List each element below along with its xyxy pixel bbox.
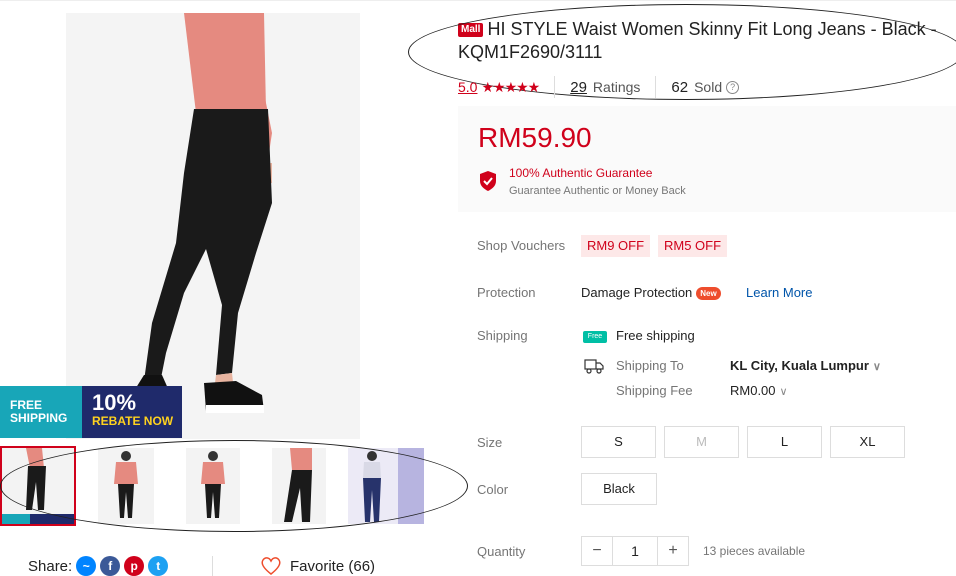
facebook-icon[interactable]: f <box>100 556 121 576</box>
size-option-xl[interactable]: XL <box>830 426 905 458</box>
guarantee-subtitle: Guarantee Authentic or Money Back <box>509 185 686 197</box>
top-border <box>0 0 956 1</box>
promo-banner: FREE SHIPPING 10% REBATE NOW <box>0 386 182 438</box>
quantity-decrease-button[interactable]: − <box>582 537 612 565</box>
chevron-down-icon: ∨ <box>779 386 788 398</box>
help-icon[interactable]: ? <box>726 80 740 94</box>
free-shipping-badge: FREE SHIPPING <box>0 386 82 438</box>
main-product-image[interactable] <box>66 13 360 439</box>
size-option-l[interactable]: L <box>747 426 822 458</box>
rebate-percent: 10% <box>92 390 137 415</box>
shipping-to-select[interactable]: KL City, Kuala Lumpur ∨ <box>730 358 881 373</box>
ratings-count[interactable]: 29 <box>570 79 587 96</box>
thumbnail-2[interactable] <box>98 448 154 524</box>
shipping-fee-select[interactable]: RM0.00 ∨ <box>730 383 788 398</box>
protection-value: Damage Protection New <box>581 285 721 300</box>
shipping-fee-label: Shipping Fee <box>616 383 693 398</box>
quantity-stepper: − 1 + <box>581 536 689 566</box>
sold-label: Sold <box>694 79 723 95</box>
new-badge: New <box>696 287 721 300</box>
shipping-fee-value: RM0.00 <box>730 383 776 398</box>
size-option-m: M <box>664 426 739 458</box>
pinterest-icon[interactable]: p <box>124 556 145 576</box>
shipping-to-value: KL City, Kuala Lumpur <box>730 358 869 373</box>
color-label: Color <box>477 482 509 497</box>
size-option-s[interactable]: S <box>581 426 656 458</box>
rating-divider <box>554 76 556 98</box>
sold-count: 62 <box>671 78 689 96</box>
thumbnail-3[interactable] <box>186 448 240 524</box>
thumbnail-1[interactable] <box>0 446 76 526</box>
price-value: RM59.90 <box>478 122 592 153</box>
thumbnail-strip <box>0 446 430 526</box>
sold-divider <box>655 76 657 98</box>
voucher-rm5[interactable]: RM5 OFF <box>658 235 728 257</box>
color-option-black[interactable]: Black <box>581 473 657 505</box>
shield-check-icon <box>480 171 496 191</box>
vouchers-label: Shop Vouchers <box>477 238 566 253</box>
shipping-line: SHIPPING <box>10 411 68 425</box>
product-title-text: HI STYLE Waist Women Skinny Fit Long Jea… <box>458 19 937 62</box>
heart-icon <box>261 557 281 575</box>
product-title: Mall HI STYLE Waist Women Skinny Fit Long… <box>458 18 956 64</box>
rebate-text: REBATE NOW <box>92 414 174 428</box>
learn-more-link[interactable]: Learn More <box>746 285 812 300</box>
thumbnail-4[interactable] <box>272 448 326 524</box>
shipping-label: Shipping <box>477 328 528 343</box>
favorite-button[interactable]: Favorite (66) <box>260 556 375 576</box>
truck-icon <box>584 359 604 374</box>
share-divider <box>212 556 213 576</box>
star-icon: ★★★★★ <box>481 78 540 95</box>
free-shipping-text: Free shipping <box>616 328 695 343</box>
share-label: Share: <box>28 557 73 575</box>
mall-badge: Mall <box>458 23 484 37</box>
shipping-to-label: Shipping To <box>616 358 684 373</box>
chevron-down-icon: ∨ <box>872 361 881 373</box>
stock-available: 13 pieces available <box>703 544 806 558</box>
share-row: Share: ~ f p t <box>28 556 169 576</box>
quantity-input[interactable]: 1 <box>612 537 658 565</box>
quantity-label: Quantity <box>477 544 526 559</box>
ratings-label: Ratings <box>592 79 641 95</box>
protection-text: Damage Protection <box>581 285 693 300</box>
rebate-badge: 10% REBATE NOW <box>82 386 182 438</box>
voucher-rm9[interactable]: RM9 OFF <box>581 235 651 257</box>
guarantee-title[interactable]: 100% Authentic Guarantee <box>509 166 652 180</box>
rating-row: 5.0 ★★★★★ 29 Ratings 62 Sold ? <box>458 76 740 98</box>
twitter-icon[interactable]: t <box>148 556 169 576</box>
free-shipping-icon: Free <box>583 331 607 343</box>
rating-score[interactable]: 5.0 <box>458 79 477 95</box>
quantity-increase-button[interactable]: + <box>658 537 688 565</box>
messenger-icon[interactable]: ~ <box>76 556 97 576</box>
size-label: Size <box>477 435 503 450</box>
protection-label: Protection <box>477 285 536 300</box>
favorite-label: Favorite (66) <box>290 557 376 575</box>
thumbnail-5[interactable] <box>348 448 424 524</box>
